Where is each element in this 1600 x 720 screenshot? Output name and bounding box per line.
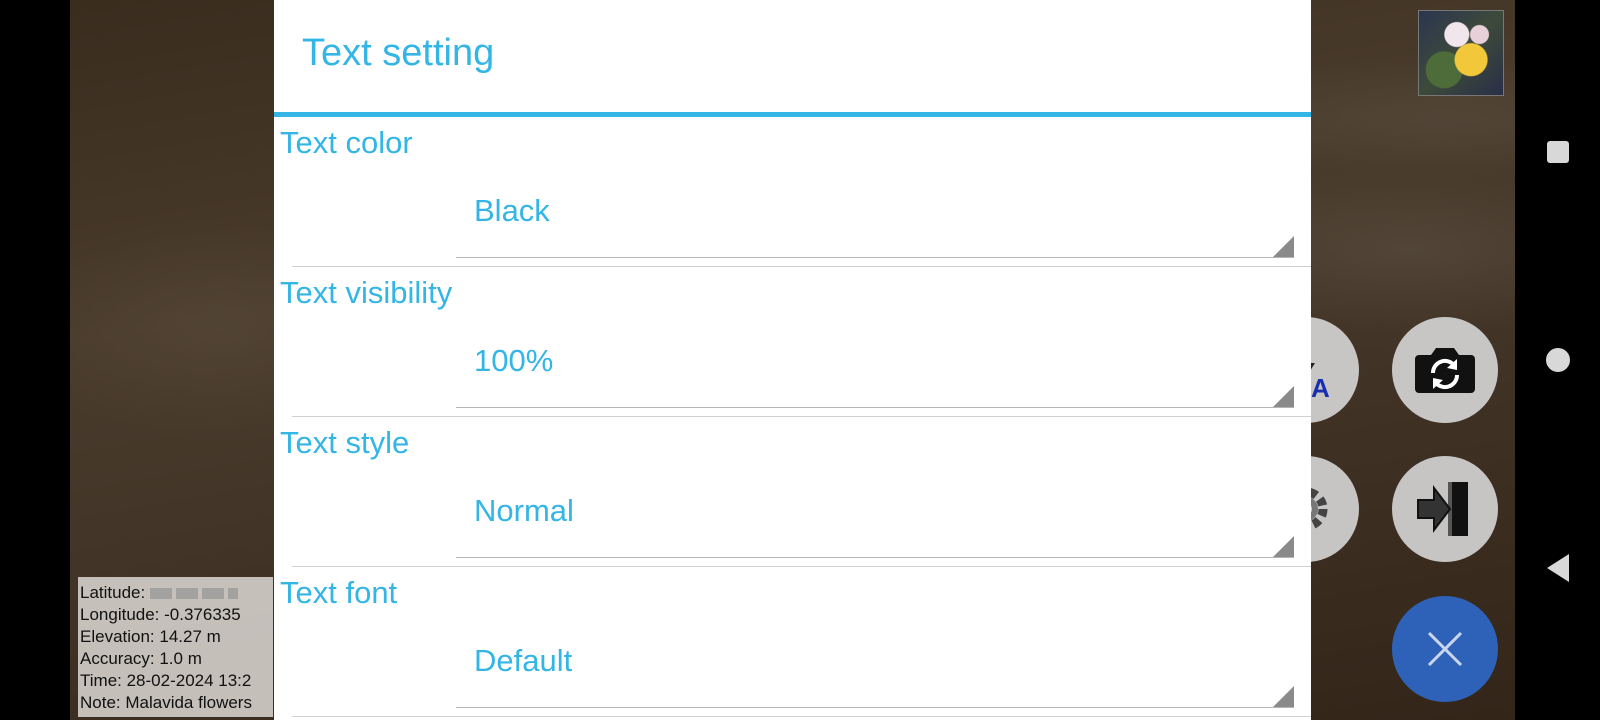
setting-label: Text style	[280, 425, 410, 460]
dialog-title: Text setting	[302, 32, 495, 74]
text-setting-dialog: Text setting Text color Black Text visib…	[274, 0, 1311, 720]
close-icon	[1427, 631, 1463, 667]
latitude-redacted	[149, 588, 238, 600]
back-button[interactable]	[1515, 538, 1600, 598]
text-font-spinner[interactable]: Default	[456, 627, 1294, 708]
recents-button[interactable]	[1515, 122, 1600, 182]
screen: Latitude: Longitude: -0.376335 Elevation…	[0, 0, 1600, 720]
latitude-line: Latitude:	[80, 582, 273, 604]
spinner-selected-value: Default	[474, 643, 573, 678]
row-divider	[292, 716, 1311, 717]
home-button[interactable]	[1515, 330, 1600, 390]
text-color-spinner[interactable]: Black	[456, 177, 1294, 258]
switch-camera-icon	[1415, 348, 1475, 393]
back-triangle-icon	[1546, 554, 1569, 582]
last-photo-thumbnail[interactable]	[1418, 10, 1504, 96]
accuracy-line: Accuracy: 1.0 m	[80, 649, 202, 668]
home-circle-icon	[1545, 348, 1570, 372]
latitude-label: Latitude:	[80, 583, 146, 602]
text-style-spinner[interactable]: Normal	[456, 477, 1294, 558]
exit-button[interactable]	[1392, 456, 1498, 562]
spinner-selected-value: Normal	[474, 493, 574, 528]
setting-text-style: Text style Normal	[274, 417, 1311, 567]
setting-text-font: Text font Default	[274, 567, 1311, 717]
spinner-corner-arrow-icon	[1273, 536, 1294, 557]
setting-text-color: Text color Black	[274, 117, 1311, 267]
switch-camera-button[interactable]	[1392, 317, 1498, 423]
spinner-corner-arrow-icon	[1273, 686, 1294, 707]
longitude-line: Longitude: -0.376335	[80, 605, 241, 624]
setting-text-visibility: Text visibility 100%	[274, 267, 1311, 417]
close-button[interactable]	[1392, 596, 1498, 702]
spinner-selected-value: 100%	[474, 343, 554, 378]
elevation-line: Elevation: 14.27 m	[80, 627, 221, 646]
system-navigation-bar	[1515, 0, 1600, 720]
text-visibility-spinner[interactable]: 100%	[456, 327, 1294, 408]
exit-icon	[1417, 482, 1468, 536]
setting-label: Text color	[280, 125, 413, 160]
gps-info-overlay: Latitude: Longitude: -0.376335 Elevation…	[78, 577, 273, 717]
recents-square-icon	[1546, 141, 1569, 163]
note-line: Note: Malavida flowers	[80, 693, 252, 712]
setting-label: Text visibility	[280, 275, 453, 310]
flash-mode-label: A	[1311, 373, 1330, 403]
time-line: Time: 28-02-2024 13:2	[80, 671, 252, 690]
spinner-corner-arrow-icon	[1273, 386, 1294, 407]
setting-label: Text font	[280, 575, 398, 610]
spinner-corner-arrow-icon	[1273, 236, 1294, 257]
spinner-selected-value: Black	[474, 193, 550, 228]
